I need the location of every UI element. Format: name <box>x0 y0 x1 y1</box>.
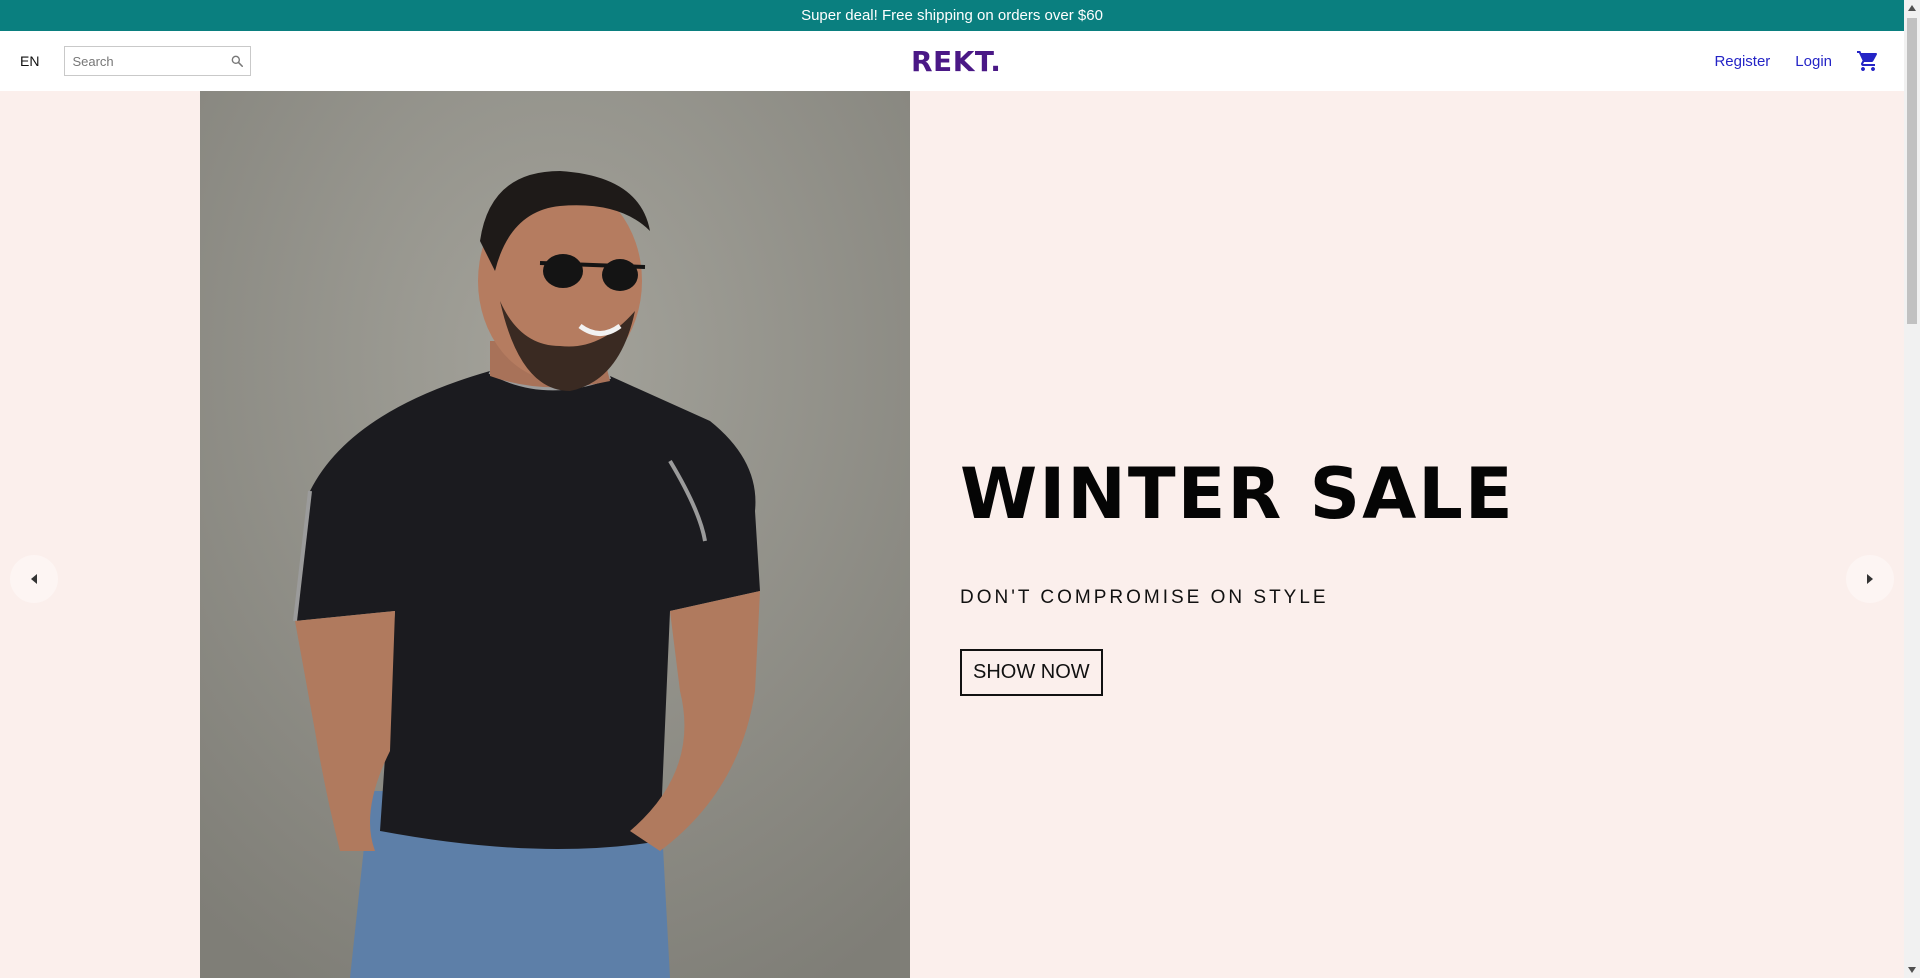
show-now-button[interactable]: SHOW NOW <box>960 649 1103 696</box>
hero-title: WINTER SALE <box>960 453 1515 535</box>
register-link[interactable]: Register <box>1714 53 1770 70</box>
login-link[interactable]: Login <box>1795 53 1832 70</box>
announcement-text: Super deal! Free shipping on orders over… <box>801 7 1103 24</box>
scroll-down-icon[interactable] <box>1904 962 1920 978</box>
search-container[interactable] <box>64 46 252 76</box>
scroll-up-icon[interactable] <box>1904 0 1920 16</box>
search-input[interactable] <box>72 53 223 69</box>
slider-prev-button[interactable] <box>10 555 58 603</box>
hero-info: WINTER SALE DON'T COMPROMISE ON STYLE SH… <box>960 453 1515 696</box>
site-logo[interactable]: REKT. <box>911 31 1001 91</box>
nav-left: EN <box>20 31 252 91</box>
announcement-bar: Super deal! Free shipping on orders over… <box>0 0 1904 31</box>
arrow-left-icon <box>29 570 39 589</box>
navbar: EN REKT. Register Login <box>0 31 1904 91</box>
hero-image <box>200 91 910 978</box>
hero-description: DON'T COMPROMISE ON STYLE <box>960 587 1329 608</box>
arrow-right-icon <box>1865 570 1875 589</box>
shopping-cart-icon[interactable] <box>1856 49 1880 73</box>
page-scrollbar[interactable] <box>1904 0 1920 978</box>
nav-right: Register Login <box>1689 31 1880 91</box>
scrollbar-thumb[interactable] <box>1907 18 1917 324</box>
hero-slider: WINTER SALE DON'T COMPROMISE ON STYLE SH… <box>0 91 1904 978</box>
search-icon[interactable] <box>230 54 244 68</box>
slider-next-button[interactable] <box>1846 555 1894 603</box>
language-selector[interactable]: EN <box>20 53 39 69</box>
